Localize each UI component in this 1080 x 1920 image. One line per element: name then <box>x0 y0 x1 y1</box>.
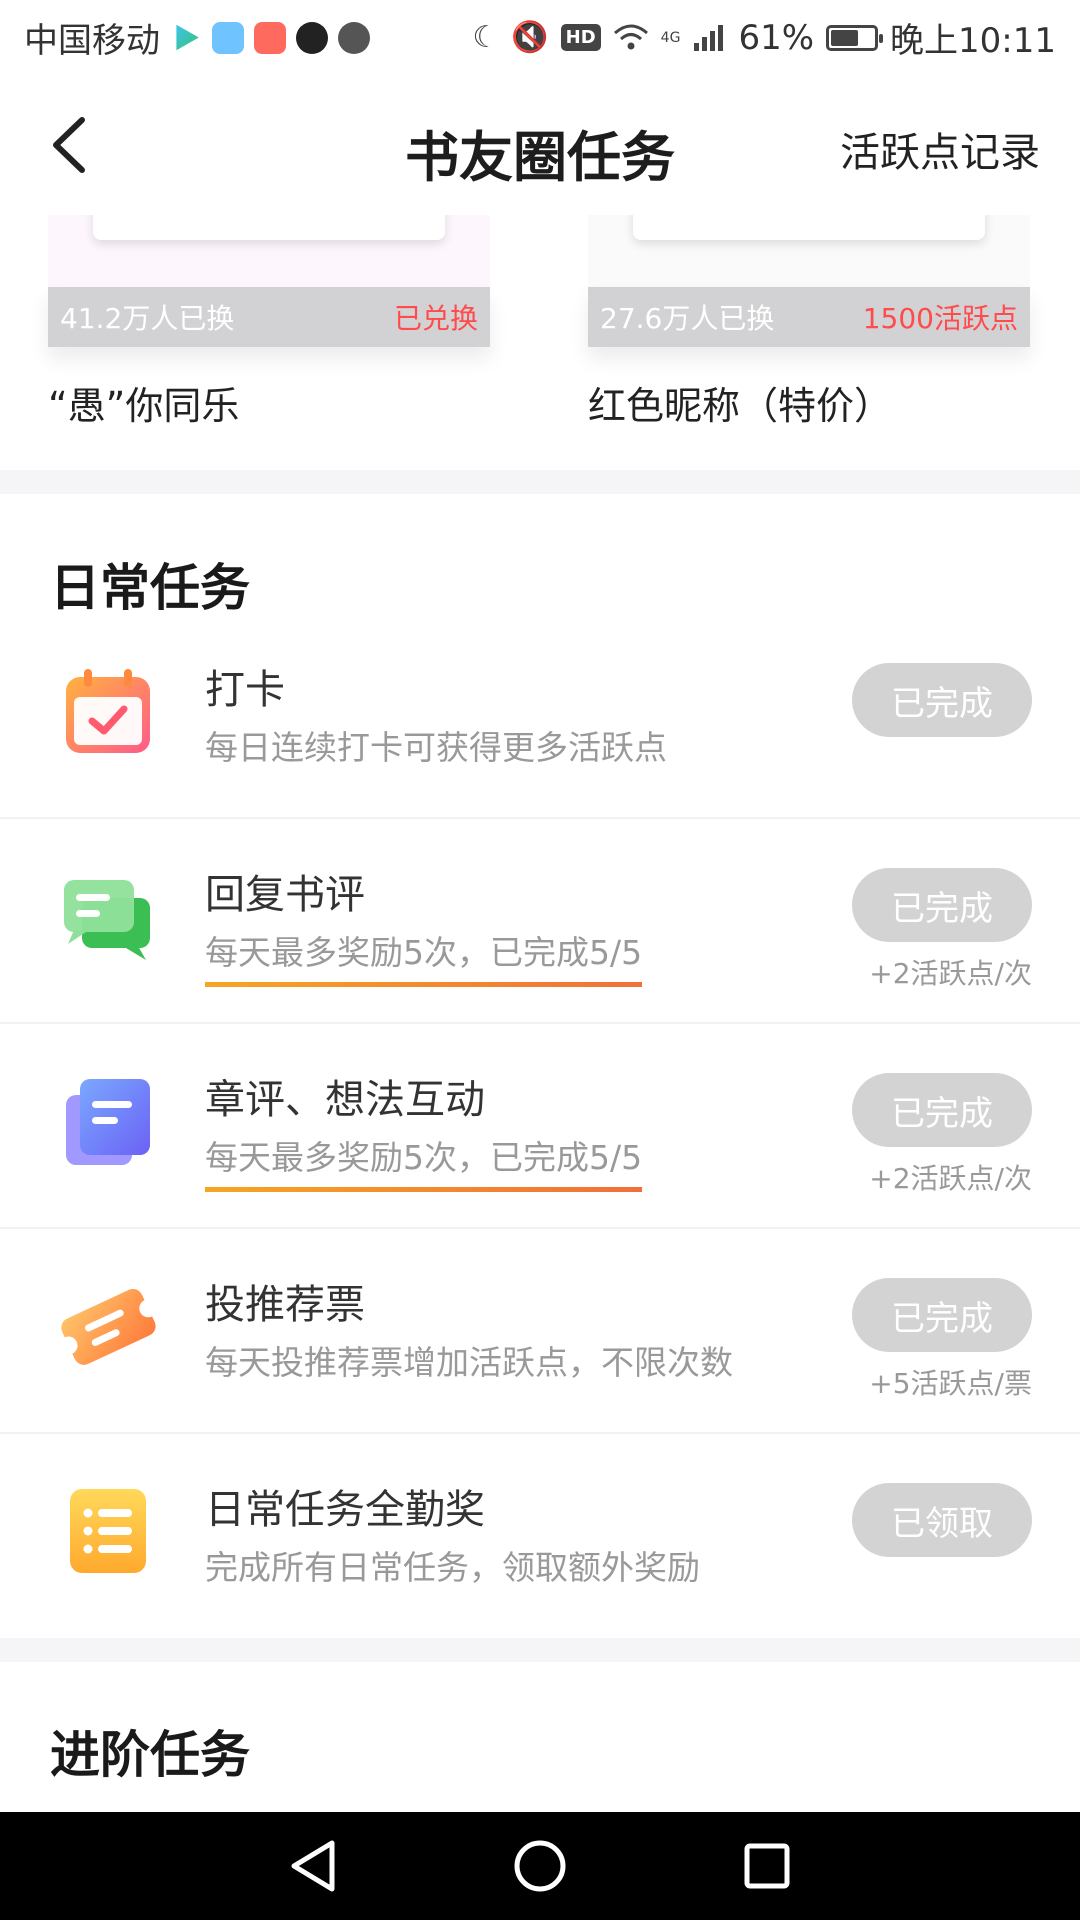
video-app-icon <box>176 24 199 51</box>
chat-bubbles-icon <box>64 880 150 960</box>
card-info-bar: 41.2万人已换 已兑换 <box>48 287 490 347</box>
section-divider <box>0 1638 1080 1662</box>
activity-record-link[interactable]: 活跃点记录 <box>840 120 1040 178</box>
completed-button[interactable]: 已完成 <box>852 1278 1032 1352</box>
tiktok-icon <box>296 21 328 54</box>
network-type: 4G <box>660 29 681 46</box>
nav-recents-button[interactable] <box>737 1836 797 1896</box>
completed-button[interactable]: 已完成 <box>852 868 1032 942</box>
task-desc: 每天最多奖励5次，已完成5/5 <box>205 1131 643 1192</box>
battery-icon <box>826 24 884 51</box>
task-desc: 每天投推荐票增加活跃点，不限次数 <box>205 1343 733 1382</box>
signal-icon <box>694 24 724 51</box>
exchanged-count: 27.6万人已换 <box>600 302 775 335</box>
completed-button[interactable]: 已完成 <box>852 1073 1032 1147</box>
triangle-back-icon <box>291 1840 335 1892</box>
task-row-chapter: 章评、想法互动 每天最多奖励5次，已完成5/5 已完成 +2活跃点/次 <box>0 1025 1080 1229</box>
task-row-reply: 回复书评 每天最多奖励5次，已完成5/5 已完成 +2活跃点/次 <box>0 820 1080 1024</box>
section-divider <box>0 470 1080 494</box>
reward-name: “愚”你同乐 <box>48 384 240 428</box>
circle-home-icon <box>514 1840 566 1892</box>
header: 书友圈任务 活跃点记录 <box>0 75 1080 215</box>
reward-card[interactable]: 41.2万人已换 已兑换 <box>48 215 490 347</box>
task-row-checkin: 打卡 每日连续打卡可获得更多活跃点 已完成 <box>0 615 1080 819</box>
ticket-icon <box>60 1288 156 1365</box>
clock: 晚上10:11 <box>890 21 1056 61</box>
card-thumbnail <box>93 215 445 240</box>
hd-icon: HD <box>560 24 601 51</box>
battery-fill <box>831 29 858 46</box>
task-reward: +2活跃点/次 <box>869 1162 1032 1195</box>
calendar-check-icon <box>66 669 150 753</box>
reward-name: 红色昵称（特价） <box>588 384 893 428</box>
task-name: 日常任务全勤奖 <box>205 1487 485 1533</box>
moon-icon: ☾ <box>472 20 500 55</box>
reward-cards: 41.2万人已换 已兑换 27.6万人已换 1500活跃点 “愚”你同乐 红色昵… <box>0 215 1080 470</box>
task-reward: +2活跃点/次 <box>869 957 1032 990</box>
completed-button[interactable]: 已完成 <box>852 663 1032 737</box>
task-desc: 完成所有日常任务，领取额外奖励 <box>205 1548 700 1587</box>
task-desc: 每日连续打卡可获得更多活跃点 <box>205 728 667 767</box>
task-name: 章评、想法互动 <box>205 1077 485 1123</box>
daily-section-title: 日常任务 <box>50 558 250 617</box>
task-name: 打卡 <box>205 667 285 713</box>
exchange-status: 已兑换 <box>393 302 478 335</box>
exchange-price: 1500活跃点 <box>862 302 1018 335</box>
nav-back-button[interactable] <box>283 1836 343 1896</box>
task-name: 回复书评 <box>205 872 365 918</box>
task-row-vote: 投推荐票 每天投推荐票增加活跃点，不限次数 已完成 +5活跃点/票 <box>0 1230 1080 1434</box>
aha-app-icon <box>212 21 244 54</box>
square-recents-icon <box>744 1843 790 1889</box>
task-reward: +5活跃点/票 <box>869 1367 1032 1400</box>
mute-icon: 🔇 <box>511 20 549 55</box>
nav-home-button[interactable] <box>510 1836 570 1896</box>
exchanged-count: 41.2万人已换 <box>60 302 235 335</box>
system-nav-bar <box>0 1812 1080 1920</box>
task-desc: 每天最多奖励5次，已完成5/5 <box>205 926 643 987</box>
red-app-icon <box>254 21 286 54</box>
list-icon <box>70 1489 146 1573</box>
advanced-section-title: 进阶任务 <box>50 1725 250 1784</box>
claimed-button[interactable]: 已领取 <box>852 1483 1032 1557</box>
wifi-icon <box>613 24 648 49</box>
carrier-label: 中国移动 <box>24 21 160 61</box>
task-row-attendance: 日常任务全勤奖 完成所有日常任务，领取额外奖励 已领取 <box>0 1435 1080 1639</box>
card-info-bar: 27.6万人已换 1500活跃点 <box>588 287 1030 347</box>
battery-percent: 61% <box>738 17 815 58</box>
status-bar: 中国移动 ☾ 🔇 HD 4G 61% 晚上10:11 <box>0 0 1080 75</box>
task-name: 投推荐票 <box>205 1282 365 1328</box>
message-icon <box>338 21 370 54</box>
document-stack-icon <box>66 1079 150 1165</box>
card-thumbnail <box>633 215 985 240</box>
reward-card[interactable]: 27.6万人已换 1500活跃点 <box>588 215 1030 347</box>
